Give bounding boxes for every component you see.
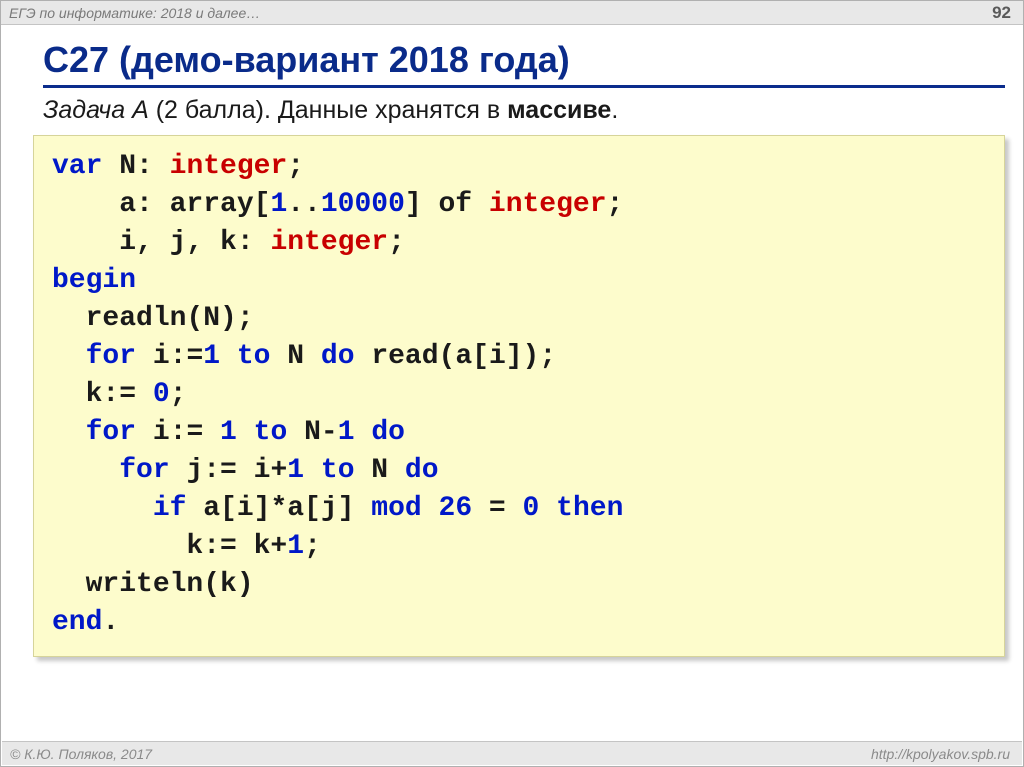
kw-to: to	[254, 417, 288, 448]
kw-do: do	[321, 341, 355, 372]
kw-if: if	[153, 493, 187, 524]
footer-right: http://kpolyakov.spb.ru	[871, 746, 1010, 762]
type-integer: integer	[170, 151, 288, 182]
code: var N: integer; a: array[1..10000] of in…	[52, 148, 986, 642]
kw-to: to	[237, 341, 271, 372]
kw-for: for	[86, 341, 136, 372]
type-integer: integer	[489, 189, 607, 220]
subtitle-middle: (2 балла). Данные хранятся в	[149, 96, 507, 124]
kw-mod: mod	[371, 493, 421, 524]
kw-to: to	[321, 455, 355, 486]
kw-end: end	[52, 607, 102, 638]
page-title: C27 (демо-вариант 2018 года)	[43, 39, 1023, 81]
kw-for: for	[119, 455, 169, 486]
title-rule	[43, 85, 1005, 88]
subtitle: Задача А (2 балла). Данные хранятся в ма…	[43, 96, 1023, 125]
footer-left: © К.Ю. Поляков, 2017	[10, 746, 152, 762]
code-box: var N: integer; a: array[1..10000] of in…	[33, 135, 1005, 657]
slide-number: 92	[992, 3, 1011, 23]
kw-for: for	[86, 417, 136, 448]
header-left: ЕГЭ по информатике: 2018 и далее…	[9, 5, 260, 21]
subtitle-prefix: Задача А	[43, 96, 149, 124]
header-bar: ЕГЭ по информатике: 2018 и далее… 92	[1, 1, 1023, 25]
kw-do: do	[371, 417, 405, 448]
type-integer: integer	[270, 227, 388, 258]
kw-then: then	[556, 493, 623, 524]
kw-do: do	[405, 455, 439, 486]
subtitle-suffix: .	[611, 96, 618, 124]
subtitle-bold: массиве	[507, 96, 611, 124]
kw-begin: begin	[52, 265, 136, 296]
slide: ЕГЭ по информатике: 2018 и далее… 92 C27…	[0, 0, 1024, 767]
kw-var: var	[52, 151, 102, 182]
footer-bar: © К.Ю. Поляков, 2017 http://kpolyakov.sp…	[2, 741, 1022, 765]
